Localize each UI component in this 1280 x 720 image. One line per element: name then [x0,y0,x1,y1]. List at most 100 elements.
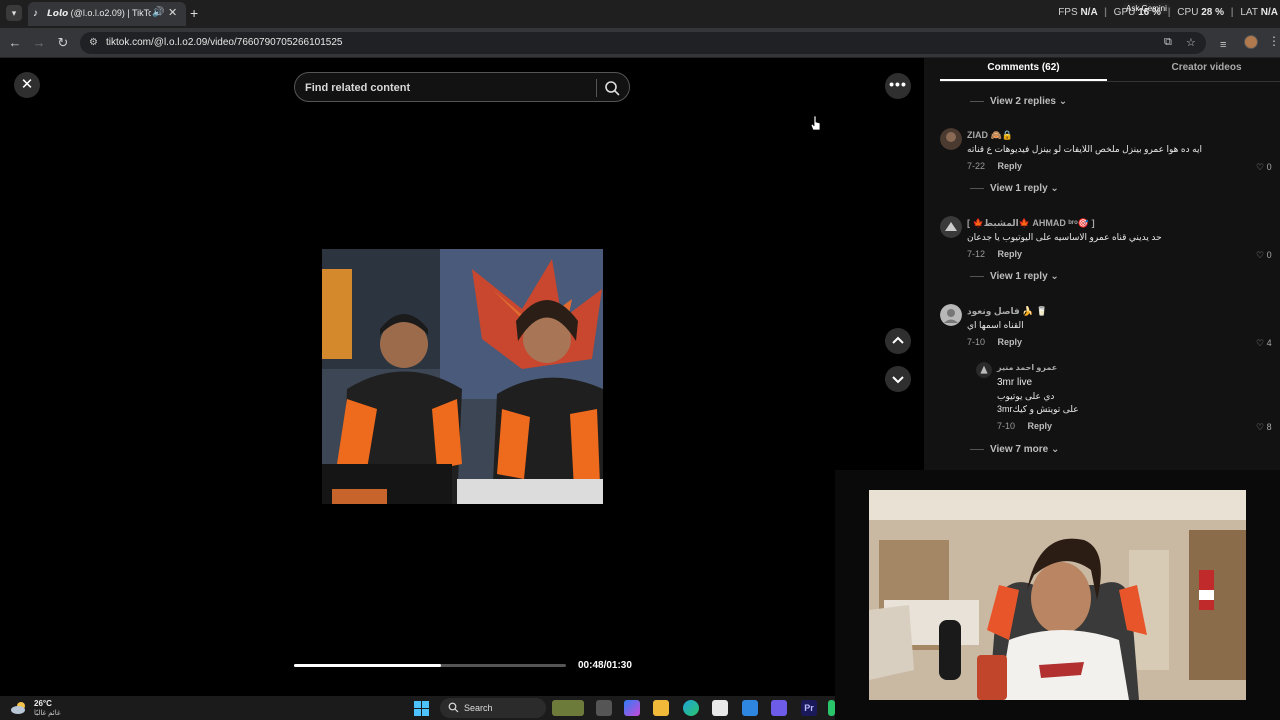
reply-meta: 7-10 Reply [997,421,1052,431]
reply-username[interactable]: عمرو احمد منير [997,363,1057,372]
avatar[interactable] [940,216,962,238]
comment-username[interactable]: [ 🍁المشبط🍁 AHMAD ᵇʳᵒ🎯 ] [967,218,1095,229]
url-text: tiktok.com/@l.o.l.o2.09/video/7660790705… [106,37,343,48]
view-replies-label: View 1 reply [990,271,1048,282]
video-progress-bar[interactable] [294,664,566,667]
comment-text: ايه ده هوا عمرو بينزل ملخص اللايفات لو ب… [967,144,1202,154]
related-search-input[interactable] [305,79,585,97]
view-replies-label: View 1 reply [990,183,1048,194]
reload-icon[interactable]: ↻ [55,35,71,51]
fps-value: N/A [1080,7,1098,18]
browser-tab-bar: ▾ ♪ 𝙇𝙤𝙡𝙤 (@l.o.l.o2.09) | TikTok 🔊 ✕ + A… [0,0,1280,28]
windows-taskbar: 26°C غائم غالبًا Search Pr [0,696,835,720]
gpu-value: 16 % [1138,7,1161,18]
like-count: 8 [1266,422,1272,432]
search-divider [596,79,597,97]
weather-cloud-icon[interactable] [10,701,28,715]
comment-date: 7-22 [967,161,986,171]
comments-panel: Comments (62) Creator videos View 2 repl… [924,58,1280,470]
webcam-overlay [835,470,1280,720]
comment-date: 7-12 [967,249,986,259]
avatar[interactable] [940,304,962,326]
taskbar-search[interactable]: Search [440,698,546,718]
gpu-label: GPU [1113,7,1136,18]
active-tab-indicator [940,79,1107,81]
comment-meta: 7-10 Reply [967,337,1022,347]
more-options-icon[interactable]: ••• [885,73,911,99]
browser-toolbar: ← → ↻ ⚙ tiktok.com/@l.o.l.o2.09/video/76… [0,28,1280,58]
avatar[interactable] [976,362,992,378]
search-icon [448,702,459,713]
browser-tab-tiktok[interactable]: ♪ 𝙇𝙤𝙡𝙤 (@l.o.l.o2.09) | TikTok 🔊 ✕ [28,2,186,26]
forward-icon[interactable]: → [31,35,47,51]
edge-browser-icon[interactable] [683,700,699,716]
mail-icon[interactable] [742,700,758,716]
bookmark-star-icon[interactable]: ☆ [1186,36,1196,49]
video-frame-image [322,249,603,504]
comment-username[interactable]: فاصل ونعود 🍌 🥛 [967,306,1047,317]
like-count: 0 [1266,250,1272,260]
taskbar-app-icon[interactable] [828,700,835,716]
comment-meta: 7-22 Reply [967,161,1022,171]
address-bar[interactable]: ⚙ tiktok.com/@l.o.l.o2.09/video/76607907… [80,32,1206,54]
search-icon[interactable] [603,79,621,97]
copilot-icon[interactable] [624,700,640,716]
view-replies-label: View 2 replies [990,96,1056,107]
close-icon[interactable]: ✕ [14,72,40,98]
reply-button[interactable]: Reply [998,337,1023,347]
weather-temperature[interactable]: 26°C [34,699,52,708]
reply-button[interactable]: Reply [998,161,1023,171]
new-tab-icon[interactable]: + [190,5,198,21]
like-button[interactable]: ♡ 0 [1256,162,1272,173]
video-time: 00:48/01:30 [578,660,632,671]
reply-text-line-1: 3mr live [997,377,1033,388]
view-replies-button[interactable]: View 1 reply ⌄ [970,183,1059,194]
mouse-cursor-icon [810,115,821,131]
tab-search-dropdown-icon[interactable]: ▾ [6,5,22,21]
browser-menu-icon[interactable]: ⋮ [1268,34,1280,48]
widget-icon[interactable] [552,700,584,716]
like-button[interactable]: ♡ 8 [1256,422,1272,433]
reading-list-icon[interactable]: ≡ [1220,39,1226,51]
install-app-icon[interactable]: ⧉ [1164,36,1172,49]
lat-label: LAT [1240,7,1258,18]
next-video-button[interactable] [885,366,911,392]
avatar[interactable] [940,128,962,150]
tab-audio-icon[interactable]: 🔊 [152,7,164,18]
task-view-icon[interactable] [596,700,612,716]
comment-date: 7-10 [967,337,986,347]
view-more-label: View 7 more [990,444,1049,455]
video-progress-fill [294,664,441,667]
view-replies-button[interactable]: View 1 reply ⌄ [970,271,1059,282]
cpu-label: CPU [1177,7,1199,18]
previous-video-button[interactable] [885,328,911,354]
fps-label: FPS [1058,7,1078,18]
microsoft-store-icon[interactable] [712,700,728,716]
file-explorer-icon[interactable] [653,700,669,716]
like-button[interactable]: ♡ 0 [1256,250,1272,261]
windows-start-icon[interactable] [414,701,429,716]
reply-date: 7-10 [997,421,1016,431]
back-icon[interactable]: ← [7,35,23,51]
chevron-up-icon [892,336,904,344]
like-count: 0 [1266,162,1272,172]
comment-meta: 7-12 Reply [967,249,1022,259]
weather-description[interactable]: غائم غالبًا [34,709,61,717]
profile-avatar[interactable] [1244,35,1258,49]
view-replies-button[interactable]: View 2 replies ⌄ [970,96,1067,107]
reply-button[interactable]: Reply [998,249,1023,259]
view-more-replies-button[interactable]: View 7 more ⌄ [970,444,1059,455]
site-info-icon[interactable]: ⚙ [89,37,98,48]
premiere-pro-icon[interactable]: Pr [801,700,817,716]
like-count: 4 [1266,338,1272,348]
teams-icon[interactable] [771,700,787,716]
tab-comments[interactable]: Comments (62) [940,62,1107,73]
comment-username[interactable]: ZIAD 🙈🔒 [967,130,1013,141]
reply-text-line-3: 3mrعلى تويتش و كيك [997,404,1079,414]
tab-creator-videos[interactable]: Creator videos [1124,62,1280,73]
tab-close-icon[interactable]: ✕ [168,6,177,19]
tab-title: 𝙇𝙤𝙡𝙤 (@l.o.l.o2.09) | TikTok [47,8,151,18]
like-button[interactable]: ♡ 4 [1256,338,1272,349]
reply-button[interactable]: Reply [1028,421,1053,431]
comment-text: القناه اسمها اي [967,320,1024,330]
